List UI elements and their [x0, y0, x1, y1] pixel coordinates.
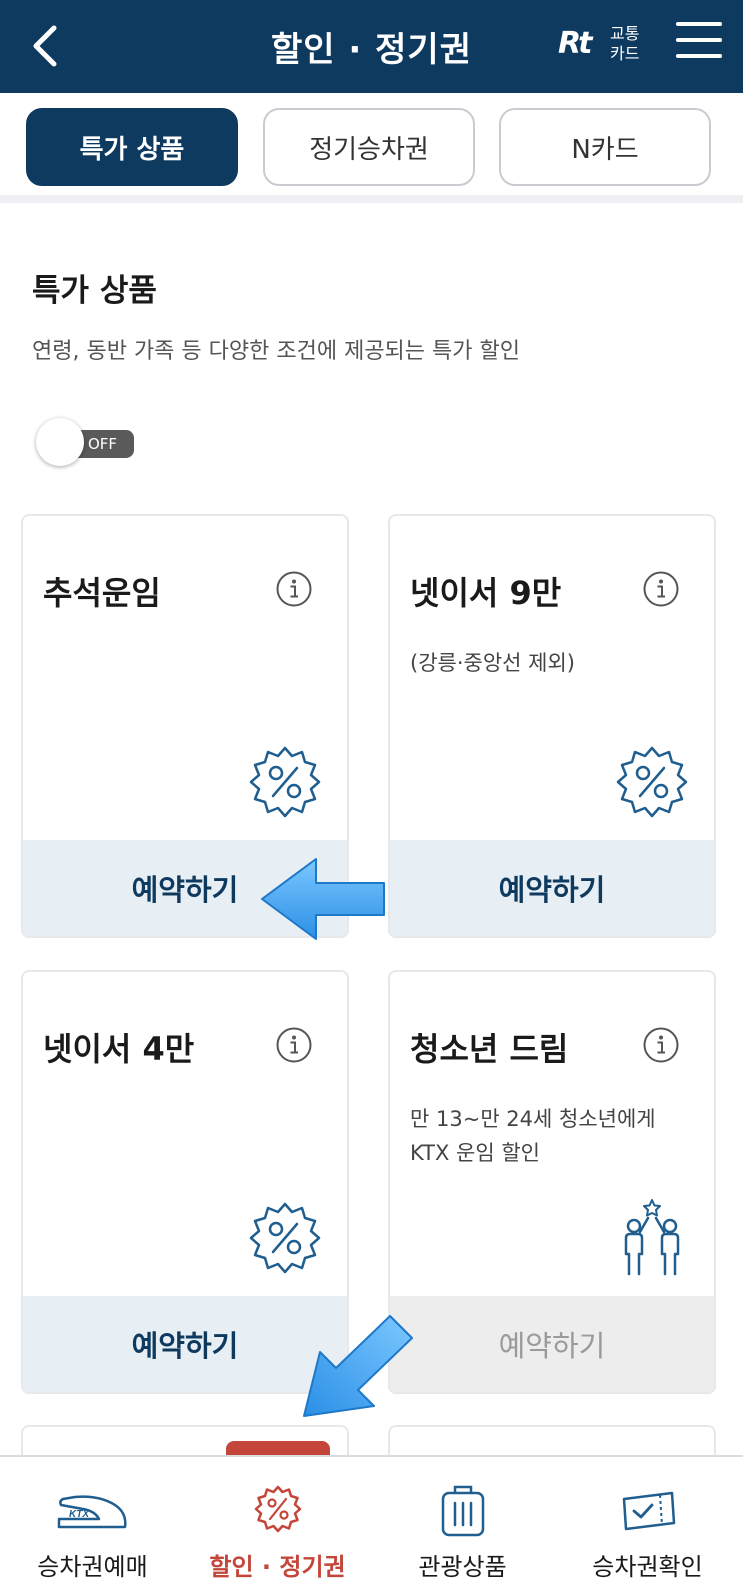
nav-label: 승차권예매: [37, 1553, 148, 1581]
section-description: 연령, 동반 가족 등 다양한 조건에 제공되는 특가 할인: [32, 339, 520, 364]
info-icon[interactable]: [275, 570, 313, 608]
annotation-arrow-down-left-icon: [303, 1315, 413, 1417]
transit-card-button[interactable]: Rt 교통 카드: [558, 20, 644, 70]
ktx-train-icon: KTX: [57, 1495, 127, 1529]
section-title: 특가 상품: [32, 273, 157, 309]
nav-label: 승차권확인: [592, 1553, 703, 1581]
card-title: 추석운임: [43, 574, 161, 612]
discount-badge-icon: [616, 746, 688, 818]
active-tab-indicator: [226, 1441, 330, 1455]
nav-item-discount-pass[interactable]: 할인 · 정기권: [185, 1457, 370, 1585]
tab-special-offers[interactable]: 특가 상품: [26, 108, 238, 186]
bottom-navigation: KTX 승차권예매 할인 · 정기권 관광상품 승차권확인: [0, 1455, 743, 1585]
transit-card-label-line2: 카드: [610, 44, 640, 63]
card-description: 만 13~만 24세 청소년에게 KTX 운임 할인: [410, 1107, 656, 1165]
filter-toggle[interactable]: OFF: [36, 418, 136, 466]
category-tabs: 특가 상품 정기승차권 N카드: [0, 93, 743, 203]
discount-badge-icon: [254, 1485, 301, 1533]
nav-label: 할인 · 정기권: [209, 1553, 346, 1581]
annotation-arrow-left-icon: [261, 858, 385, 940]
product-card: 넷이서 9만 (강릉·중앙선 제외) 예약하기: [388, 514, 716, 938]
tab-n-card[interactable]: N카드: [499, 108, 711, 186]
product-card: 청소년 드림 만 13~만 24세 청소년에게 KTX 운임 할인 예약하기: [388, 970, 716, 1394]
discount-badge-icon: [249, 1202, 321, 1274]
info-icon[interactable]: [275, 1026, 313, 1064]
reserve-button[interactable]: 예약하기: [390, 840, 714, 936]
nav-item-tour-products[interactable]: 관광상품: [370, 1457, 555, 1585]
nav-item-ticket-check[interactable]: 승차권확인: [555, 1457, 740, 1585]
nav-item-ticket-booking[interactable]: KTX 승차권예매: [0, 1457, 185, 1585]
info-icon[interactable]: [642, 1026, 680, 1064]
transit-card-label-line1: 교통: [610, 24, 640, 43]
hamburger-menu-icon[interactable]: [676, 22, 722, 68]
toggle-knob: [36, 418, 84, 466]
info-icon[interactable]: [642, 570, 680, 608]
card-title: 청소년 드림: [410, 1030, 569, 1068]
ticket-check-icon: [622, 1491, 675, 1531]
tab-commuter-pass[interactable]: 정기승차권: [263, 108, 475, 186]
discount-badge-icon: [249, 746, 321, 818]
app-header: 할인 · 정기권 Rt 교통 카드: [0, 0, 743, 93]
transit-card-logo: Rt: [558, 26, 592, 61]
youth-high-five-icon: [624, 1199, 680, 1276]
card-description: (강릉·중앙선 제외): [410, 651, 575, 675]
svg-text:KTX: KTX: [69, 1509, 90, 1520]
reserve-button-disabled[interactable]: 예약하기: [390, 1296, 714, 1392]
card-title: 넷이서 4만: [43, 1030, 195, 1068]
nav-label: 관광상품: [418, 1553, 507, 1581]
card-title: 넷이서 9만: [410, 574, 562, 612]
suitcase-icon: [441, 1485, 484, 1537]
